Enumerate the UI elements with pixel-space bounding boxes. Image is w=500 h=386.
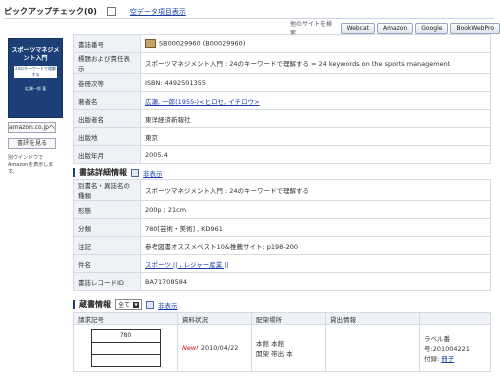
field-label: 書誌番号 bbox=[73, 34, 141, 53]
webcat-button[interactable]: Webcat bbox=[340, 22, 376, 34]
table-row: 書誌番号 SB00029960 (B00029960) bbox=[73, 34, 491, 53]
bibliographic-table: 書誌番号 SB00029960 (B00029960) 標題および責任表示 スポ… bbox=[73, 34, 491, 164]
appendix-info: 付録: 冊子 bbox=[424, 355, 455, 363]
location-line: 本館 本館 bbox=[256, 340, 285, 348]
field-value: SB00029960 (B00029960) bbox=[140, 34, 491, 53]
table-row: 標題および責任表示 スポーツマネジメント入門 : 24のキーワードで理解する =… bbox=[73, 52, 491, 74]
table-row: 巻冊次等 ISBN: 4492501355 bbox=[73, 73, 491, 92]
column-header: 請求記号 bbox=[73, 312, 178, 325]
location-line: 開架 帯出 本 bbox=[256, 350, 293, 358]
label-number: ラベル番号:201004221 bbox=[424, 335, 470, 353]
details-section-header: 書誌詳細情報 非表示 bbox=[73, 167, 163, 178]
loan-info-cell bbox=[325, 324, 420, 372]
appendix-link[interactable]: 冊子 bbox=[441, 355, 454, 363]
field-label: 出版者名 bbox=[73, 109, 141, 128]
field-label: 書誌レコードID bbox=[73, 272, 141, 291]
cover-author: 広瀬一郎 著 bbox=[24, 86, 47, 91]
field-value: スポーツ || , レジャー産業 || bbox=[140, 254, 491, 273]
top-bar: ピックアップチェック(0) 空データ項目表示 bbox=[4, 6, 186, 17]
field-label: 出版地 bbox=[73, 127, 141, 146]
field-label: 件名 bbox=[73, 254, 141, 273]
field-label: 分類 bbox=[73, 218, 141, 237]
holdings-table: 請求記号 資料状況 配架場所 貸出情報 780 New! 2010/04/22 … bbox=[73, 312, 491, 372]
notes-cell: ラベル番号:201004221 付録: 冊子 bbox=[419, 324, 491, 372]
cover-title: スポーツマネジメント入門 bbox=[11, 47, 60, 62]
field-value: 200p ; 21cm bbox=[140, 200, 491, 219]
section-bar bbox=[73, 168, 75, 177]
table-row: 出版年月 2005.4 bbox=[73, 145, 491, 164]
table-row: 件名 スポーツ || , レジャー産業 || bbox=[73, 254, 491, 273]
field-value: BA71708584 bbox=[140, 272, 491, 291]
field-value: 東洋経済新報社 bbox=[140, 109, 491, 128]
field-value: 広瀬, 一郎(1955-)<ヒロセ, イチロウ> bbox=[140, 91, 491, 110]
holdings-section-header: 蔵書情報 全て ▼ 非表示 bbox=[73, 299, 178, 310]
table-row: 形態 200p ; 21cm bbox=[73, 200, 491, 219]
received-date: 2010/04/22 bbox=[200, 344, 239, 352]
amazon-button[interactable]: Amazon bbox=[377, 22, 414, 34]
field-label: 標題および責任表示 bbox=[73, 52, 141, 74]
field-value: 780[芸術・美術] , KD961 bbox=[140, 218, 491, 237]
field-value: 2005.4 bbox=[140, 145, 491, 164]
table-row: 出版地 東京 bbox=[73, 127, 491, 146]
field-value: ISBN: 4492501355 bbox=[140, 73, 491, 92]
holdings-hide-link[interactable]: 非表示 bbox=[158, 300, 178, 310]
author-link[interactable]: 広瀬, 一郎(1955-)<ヒロセ, イチロウ> bbox=[145, 98, 260, 106]
call-number-cell: 780 bbox=[73, 324, 178, 372]
table-row: 著者名 広瀬, 一郎(1955-)<ヒロセ, イチロウ> bbox=[73, 91, 491, 110]
details-table: 別書名・異誌名の種類 スポーツマネジメント入門 : 24のキーワードで理解する … bbox=[73, 179, 491, 291]
field-label: 形態 bbox=[73, 200, 141, 219]
table-header-row: 請求記号 資料状況 配架場所 貸出情報 bbox=[73, 312, 491, 325]
column-header: 貸出情報 bbox=[325, 312, 420, 325]
field-value: スポーツマネジメント入門 : 24のキーワードで理解する = 24 keywor… bbox=[140, 52, 491, 74]
holdings-filter-select[interactable]: 全て ▼ bbox=[115, 299, 143, 310]
table-row: 分類 780[芸術・美術] , KD961 bbox=[73, 218, 491, 237]
table-row: 出版者名 東洋経済新報社 bbox=[73, 109, 491, 128]
pickup-checkbox[interactable] bbox=[106, 7, 116, 16]
show-empty-fields-link[interactable]: 空データ項目表示 bbox=[130, 7, 186, 17]
subject-link[interactable]: スポーツ || , レジャー産業 || bbox=[145, 261, 229, 269]
field-label: 巻冊次等 bbox=[73, 73, 141, 92]
table-row: 注記 参考図書オススメベスト10&推薦サイト: p198-200 bbox=[73, 236, 491, 255]
field-value: 参考図書オススメベスト10&推薦サイト: p198-200 bbox=[140, 236, 491, 255]
amazon-link-button[interactable]: amazon.co.jpへ bbox=[8, 122, 56, 133]
book-cover-image: スポーツマネジメント入門 24のキーワードで理解する 広瀬一郎 著 bbox=[8, 38, 63, 118]
field-label: 注記 bbox=[73, 236, 141, 255]
field-label: 著者名 bbox=[73, 91, 141, 110]
cover-subtitle: 24のキーワードで理解する bbox=[14, 66, 57, 78]
toggle-icon[interactable] bbox=[131, 168, 139, 177]
google-button[interactable]: Google bbox=[415, 22, 449, 34]
table-row: 780 New! 2010/04/22 本館 本館 開架 帯出 本 ラベル番号:… bbox=[73, 324, 491, 372]
column-header bbox=[419, 312, 491, 325]
new-badge: New! bbox=[182, 344, 199, 352]
book-icon bbox=[145, 39, 156, 48]
toggle-icon[interactable] bbox=[146, 300, 155, 309]
bookwebpro-button[interactable]: BookWebPro bbox=[450, 22, 500, 34]
field-value: スポーツマネジメント入門 : 24のキーワードで理解する bbox=[140, 179, 491, 201]
field-label: 別書名・異誌名の種類 bbox=[73, 179, 141, 201]
review-button[interactable]: 書評を見る bbox=[8, 138, 56, 149]
column-header: 資料状況 bbox=[177, 312, 252, 325]
chevron-down-icon: ▼ bbox=[133, 301, 140, 308]
field-value: 東京 bbox=[140, 127, 491, 146]
amazon-note: 別ウインドウでAmazonを表示します。 bbox=[8, 155, 54, 175]
details-section-title: 書誌詳細情報 bbox=[79, 168, 127, 177]
table-row: 書誌レコードID BA71708584 bbox=[73, 272, 491, 291]
pickup-check-label: ピックアップチェック(0) bbox=[4, 7, 97, 16]
table-row: 別書名・異誌名の種類 スポーツマネジメント入門 : 24のキーワードで理解する bbox=[73, 179, 491, 201]
call-number-label: 780 bbox=[90, 329, 161, 367]
status-cell: New! 2010/04/22 bbox=[177, 324, 252, 372]
location-cell: 本館 本館 開架 帯出 本 bbox=[251, 324, 326, 372]
column-header: 配架場所 bbox=[251, 312, 326, 325]
holdings-section-title: 蔵書情報 bbox=[79, 300, 111, 309]
details-hide-link[interactable]: 非表示 bbox=[143, 168, 163, 178]
section-bar bbox=[73, 300, 75, 309]
field-label: 出版年月 bbox=[73, 145, 141, 164]
